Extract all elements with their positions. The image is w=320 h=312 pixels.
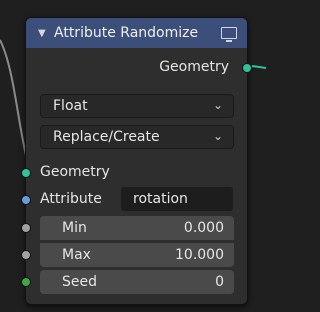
input-min-socket[interactable] [21,223,31,233]
attribute-name-field[interactable]: rotation [121,187,233,211]
max-field[interactable]: Max 10.000 [40,243,234,267]
attribute-randomize-node[interactable]: ▼ Attribute Randomize Geometry Float ⌄ R… [21,17,252,305]
max-value: 10.000 [175,247,224,263]
input-attribute-socket[interactable] [21,195,31,205]
node-title: Attribute Randomize [54,25,199,41]
data-type-value: Float [53,98,88,114]
seed-label: Seed [62,274,97,290]
input-attribute-label: Attribute [40,191,102,207]
seed-value: 0 [215,274,224,290]
operation-dropdown[interactable]: Replace/Create ⌄ [40,125,234,149]
min-label: Min [62,220,87,236]
input-geometry-label: Geometry [40,164,110,180]
node-header[interactable]: ▼ Attribute Randomize [26,18,247,48]
output-geometry-label: Geometry [159,59,229,75]
collapse-arrow-icon[interactable]: ▼ [38,28,46,39]
operation-value: Replace/Create [53,129,160,145]
min-field[interactable]: Min 0.000 [40,216,234,240]
max-label: Max [62,247,91,263]
input-max-socket[interactable] [21,250,31,260]
monitor-icon[interactable] [221,27,237,42]
seed-field[interactable]: Seed 0 [40,270,234,294]
input-geometry-socket[interactable] [21,168,31,178]
output-geometry-socket[interactable] [242,63,252,73]
chevron-down-icon: ⌄ [212,129,223,143]
attribute-name-value: rotation [133,191,188,207]
data-type-dropdown[interactable]: Float ⌄ [40,94,234,118]
node-editor-canvas[interactable]: ▼ Attribute Randomize Geometry Float ⌄ R… [0,0,266,312]
output-link-wire [251,65,266,69]
chevron-down-icon: ⌄ [212,98,223,112]
input-seed-socket[interactable] [21,277,31,287]
min-value: 0.000 [183,220,224,236]
